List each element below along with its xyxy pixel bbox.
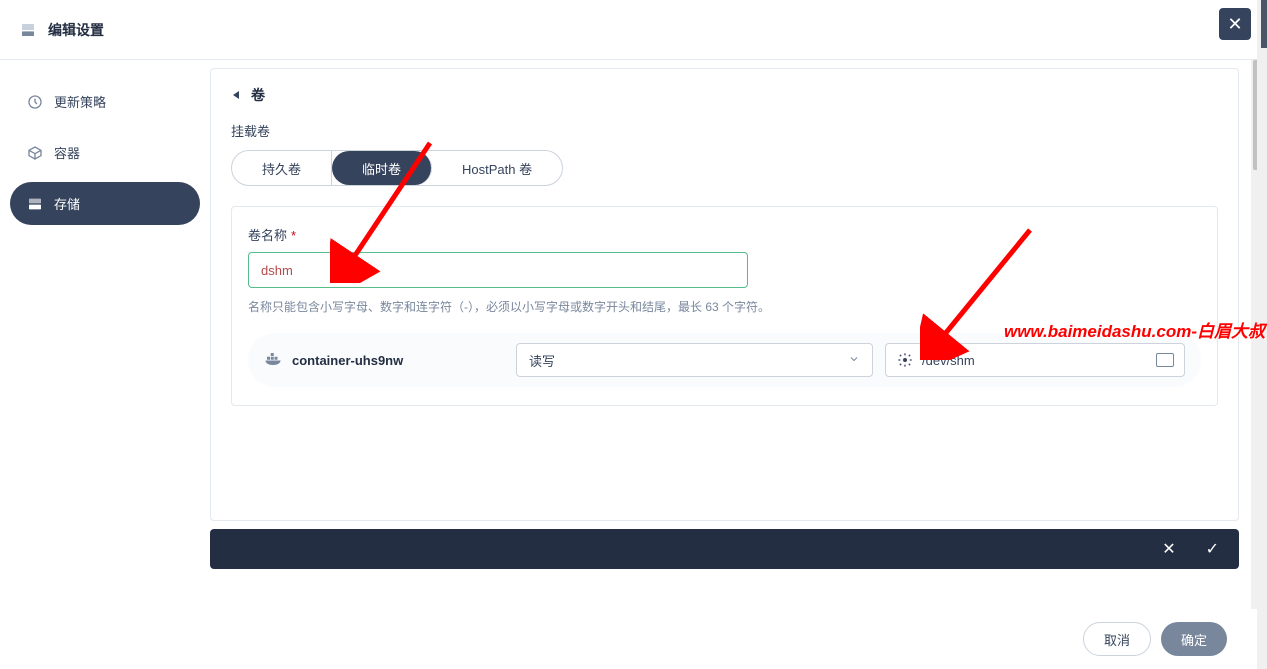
container-icon [26, 144, 44, 162]
required-mark: * [291, 228, 296, 243]
action-cancel-icon[interactable]: ✕ [1162, 539, 1175, 559]
cancel-button[interactable]: 取消 [1083, 622, 1151, 656]
volume-name-hint: 名称只能包含小写字母、数字和连字符（-），必须以小写字母或数字开头和结尾，最长 … [248, 298, 1201, 315]
storage-icon [26, 195, 44, 213]
volume-type-tabs: 持久卷 临时卷 HostPath 卷 [231, 150, 563, 186]
mount-section-label: 挂载卷 [231, 121, 1218, 140]
tab-persistent-volume[interactable]: 持久卷 [232, 151, 332, 185]
close-icon: ✕ [1227, 14, 1242, 35]
sidebar-item-label: 存储 [54, 194, 80, 213]
volume-card: 卷 挂载卷 持久卷 临时卷 HostPath 卷 卷名称* 名称只能包含小写字母… [210, 68, 1239, 521]
watermark-text: www.baimeidashu.com-白眉大叔 [1004, 317, 1265, 342]
sidebar-item-update-strategy[interactable]: 更新策略 [10, 80, 200, 123]
sidebar-item-storage[interactable]: 存储 [10, 182, 200, 225]
chevron-down-icon [848, 353, 860, 368]
close-button[interactable]: ✕ [1219, 8, 1251, 40]
modal-footer: 取消 确定 [0, 609, 1267, 669]
sidebar-item-label: 更新策略 [54, 92, 106, 111]
modal-header: 编辑设置 [0, 0, 1267, 60]
tab-ephemeral-volume[interactable]: 临时卷 [332, 151, 432, 185]
storage-icon [20, 22, 36, 38]
volume-name-input[interactable] [248, 252, 748, 288]
sidebar-item-container[interactable]: 容器 [10, 131, 200, 174]
access-mode-value: 读写 [529, 351, 555, 370]
modal-title: 编辑设置 [48, 20, 104, 40]
volume-form: 卷名称* 名称只能包含小写字母、数字和连字符（-），必须以小写字母或数字开头和结… [231, 206, 1218, 406]
volume-name-label: 卷名称* [248, 225, 1201, 244]
sidebar: 更新策略 容器 存储 [0, 60, 210, 609]
mount-path-input[interactable]: /dev/shm [885, 343, 1185, 377]
page-scrollbar-thumb[interactable] [1261, 0, 1267, 48]
mount-path-value: /dev/shm [922, 353, 975, 368]
sidebar-item-label: 容器 [54, 143, 80, 162]
action-confirm-icon[interactable]: ✓ [1206, 539, 1219, 559]
card-header: 卷 [211, 69, 1238, 121]
access-mode-select[interactable]: 读写 [516, 343, 873, 377]
gear-icon [896, 351, 914, 369]
subpath-badge-icon [1156, 353, 1174, 367]
docker-icon [264, 350, 282, 371]
confirm-button[interactable]: 确定 [1161, 622, 1227, 656]
container-name-text: container-uhs9nw [292, 353, 403, 368]
container-name-display: container-uhs9nw [264, 350, 504, 371]
card-title: 卷 [251, 85, 265, 105]
action-bar: ✕ ✓ [210, 529, 1239, 569]
collapse-triangle-icon[interactable] [231, 90, 241, 100]
strategy-icon [26, 93, 44, 111]
tab-hostpath-volume[interactable]: HostPath 卷 [432, 151, 562, 185]
